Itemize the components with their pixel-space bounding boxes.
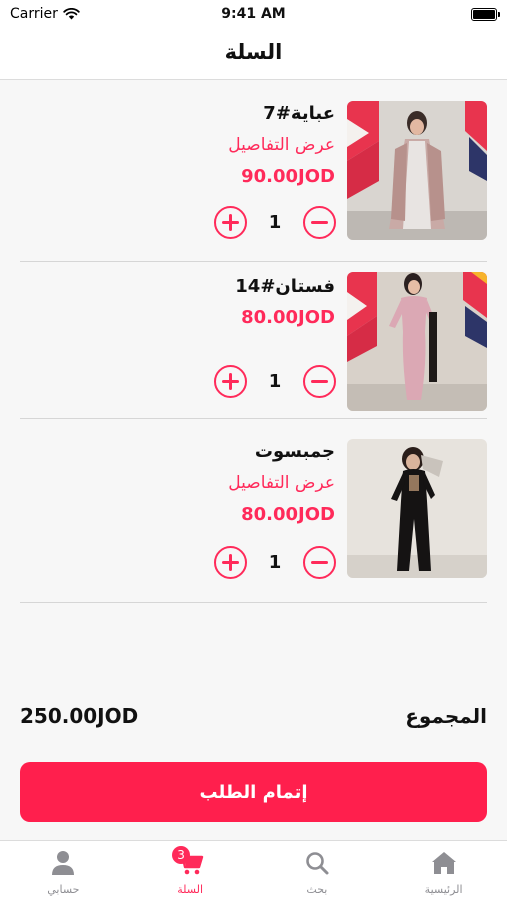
battery-icon (471, 8, 500, 21)
quantity-stepper: 1 (214, 545, 336, 579)
item-price: 80.00JOD (241, 504, 335, 525)
item-name: جمبسوت (254, 441, 335, 462)
tab-label: السلة (177, 883, 203, 896)
item-price: 80.00JOD (241, 307, 335, 328)
quantity-value: 1 (268, 211, 282, 233)
tab-account[interactable]: حسابي (0, 841, 127, 900)
item-info: فستان#14 80.00JOD (115, 272, 335, 334)
cart-count-badge: 3 (172, 846, 191, 864)
cart-list: عباية#7 عرض التفاصيل 90.00JOD 1 فستان#14… (0, 81, 507, 603)
item-name: فستان#14 (235, 276, 335, 297)
order-total: 250.00JOD المجموع (20, 704, 487, 734)
tab-cart[interactable]: 3 السلة (127, 841, 254, 900)
item-name: عباية#7 (263, 103, 335, 124)
quantity-stepper: 1 (214, 205, 336, 239)
item-info: عباية#7 عرض التفاصيل 90.00JOD (115, 99, 335, 193)
tab-search[interactable]: بحث (254, 841, 381, 900)
increase-quantity-button[interactable] (214, 364, 247, 398)
page-title: السلة (224, 40, 283, 64)
increase-quantity-button[interactable] (214, 545, 247, 579)
person-icon (52, 851, 75, 875)
view-details-link[interactable]: عرض التفاصيل (115, 467, 335, 499)
search-icon (306, 852, 329, 875)
decrease-quantity-button[interactable] (303, 205, 336, 239)
product-image[interactable] (347, 272, 487, 411)
nav-header: السلة (0, 30, 507, 80)
quantity-value: 1 (268, 370, 282, 392)
clock: 9:41 AM (221, 6, 286, 22)
decrease-quantity-button[interactable] (303, 545, 336, 579)
tab-label: الرئيسية (424, 883, 463, 896)
item-info: جمبسوت عرض التفاصيل 80.00JOD (115, 437, 335, 531)
increase-quantity-button[interactable] (214, 205, 247, 239)
status-bar: Carrier 9:41 AM (0, 0, 507, 30)
product-image[interactable] (347, 101, 487, 240)
item-price: 90.00JOD (241, 166, 335, 187)
tab-bar: حسابي 3 السلة بحث الرئيسية (0, 840, 507, 900)
decrease-quantity-button[interactable] (303, 364, 336, 398)
quantity-value: 1 (268, 551, 282, 573)
quantity-stepper: 1 (214, 364, 336, 398)
tab-label: بحث (306, 883, 328, 896)
cart-item: جمبسوت عرض التفاصيل 80.00JOD 1 (20, 419, 487, 603)
cart-item: فستان#14 80.00JOD 1 (20, 262, 487, 419)
view-details-link[interactable]: عرض التفاصيل (115, 129, 335, 161)
total-value: 250.00JOD (20, 704, 139, 728)
total-label: المجموع (405, 704, 487, 728)
checkout-button[interactable]: إتمام الطلب (20, 762, 487, 822)
product-image[interactable] (347, 439, 487, 578)
cart-item: عباية#7 عرض التفاصيل 90.00JOD 1 (20, 81, 487, 262)
tab-home[interactable]: الرئيسية (380, 841, 507, 900)
home-icon (431, 852, 456, 874)
tab-label: حسابي (47, 883, 80, 896)
